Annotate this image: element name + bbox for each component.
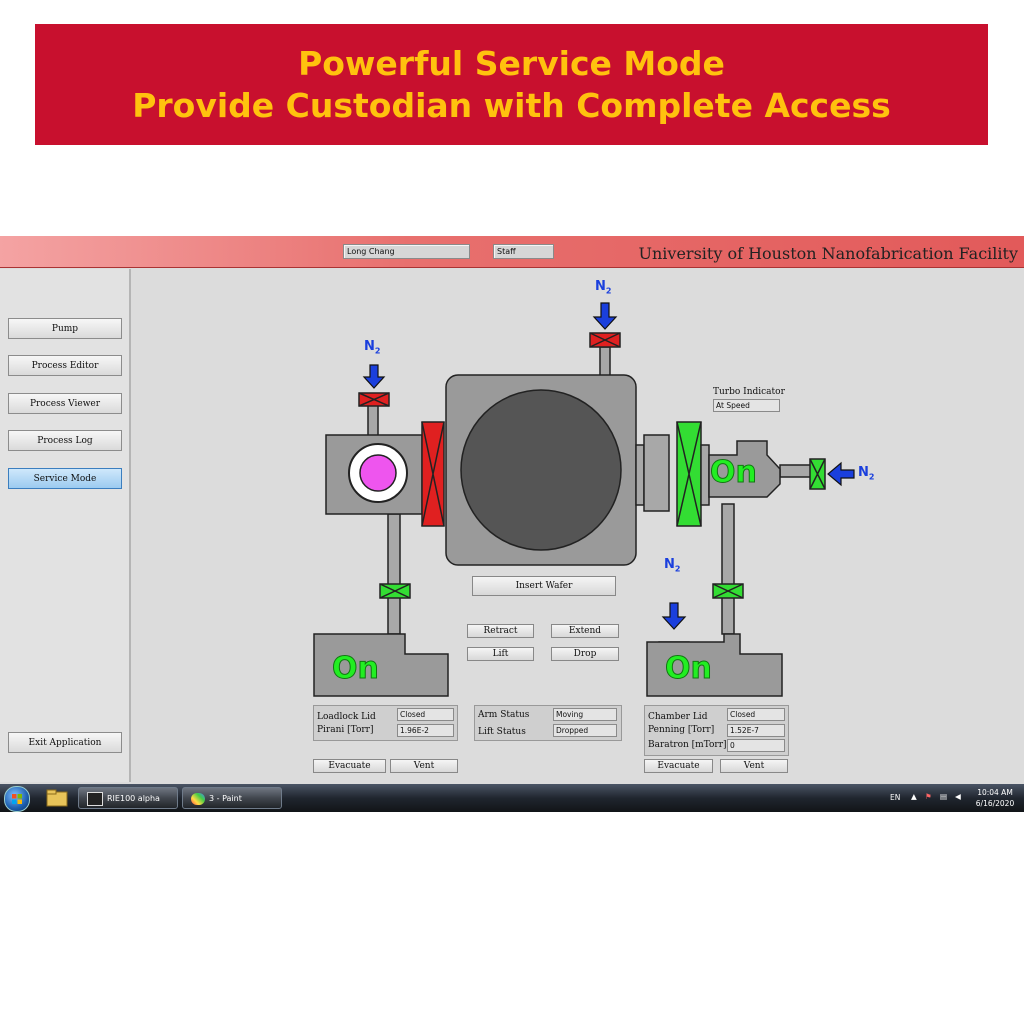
sidebar-item-process-log[interactable]: Process Log: [8, 430, 122, 451]
app-window: Long Chang Staff University of Houston N…: [0, 236, 1024, 784]
turbo-indicator-value: At Speed: [713, 399, 780, 412]
facility-title: University of Houston Nanofabrication Fa…: [638, 244, 1019, 263]
loadlock-n2-arrow-icon: [362, 364, 386, 389]
pirani-label: Pirani [Torr]: [317, 725, 374, 735]
language-indicator[interactable]: EN: [890, 793, 900, 802]
arm-status-panel: Arm Status Moving Lift Status Dropped: [474, 705, 622, 741]
turbo-n2-label: N2: [858, 465, 875, 482]
show-hidden-icons-icon[interactable]: ▲: [911, 792, 917, 801]
action-center-icon[interactable]: ⚑: [925, 792, 932, 801]
chamber-lid-label: Chamber Lid: [648, 712, 708, 722]
loadlock-vent-button[interactable]: Vent: [390, 759, 458, 773]
title-banner: Powerful Service Mode Provide Custodian …: [35, 24, 988, 145]
loadlock-lid-label: Loadlock Lid: [317, 712, 376, 722]
turbo-indicator-label: Turbo Indicator: [713, 387, 785, 397]
windows-logo-icon: [12, 794, 22, 804]
chamber-pump-status-text: On: [665, 651, 713, 687]
sidebar-item-pump[interactable]: Pump: [8, 318, 122, 339]
drop-button[interactable]: Drop: [551, 647, 619, 661]
lift-button[interactable]: Lift: [467, 647, 534, 661]
chamber-status-panel: Chamber Lid Closed Penning [Torr] 1.52E-…: [644, 705, 789, 756]
pump-n2-arrow-icon: [661, 602, 687, 630]
paint-icon: [191, 792, 205, 805]
loadlock-status-panel: Loadlock Lid Closed Pirani [Torr] 1.96E-…: [313, 705, 458, 741]
sidebar-item-service-mode[interactable]: Service Mode: [8, 468, 122, 489]
loadlock-lid-value: Closed: [397, 708, 454, 721]
arm-status-label: Arm Status: [478, 710, 530, 720]
insert-wafer-button[interactable]: Insert Wafer: [472, 576, 616, 596]
retract-button[interactable]: Retract: [467, 624, 534, 638]
chamber-vent-button[interactable]: Vent: [720, 759, 788, 773]
turbo-n2-arrow-icon: [827, 461, 855, 487]
taskbar-app-rie100[interactable]: RIE100 alpha: [78, 787, 178, 809]
chamber-lid-value: Closed: [727, 708, 785, 721]
pirani-value: 1.96E-2: [397, 724, 454, 737]
extend-button[interactable]: Extend: [551, 624, 619, 638]
user-role-field: Staff: [493, 244, 554, 259]
clock-date[interactable]: 6/16/2020: [975, 799, 1015, 808]
chamber-platen: [460, 389, 622, 551]
pump-n2-label: N2: [664, 557, 681, 574]
penning-value: 1.52E-7: [727, 724, 785, 737]
wafer: [359, 454, 397, 492]
turbo-status-text: On: [710, 455, 758, 491]
banner-title: Powerful Service Mode: [298, 44, 725, 83]
chamber-n2-arrow-icon: [592, 302, 618, 330]
taskbar-app-paint-label: 3 - Paint: [209, 794, 242, 803]
service-mode-panel: N2 N2 N2 N2 On On On Turbo Indicator At …: [132, 269, 1024, 782]
banner-subtitle: Provide Custodian with Complete Access: [132, 86, 891, 125]
taskbar-app-rie100-label: RIE100 alpha: [107, 794, 160, 803]
sidebar-item-process-viewer[interactable]: Process Viewer: [8, 393, 122, 414]
start-button[interactable]: [4, 786, 30, 812]
lift-status-label: Lift Status: [478, 727, 526, 737]
loadlock-pump-status-text: On: [332, 651, 380, 687]
taskbar: RIE100 alpha 3 - Paint EN ▲ ⚑ ▤ ◀ 10:04 …: [0, 784, 1024, 812]
baratron-value: 0: [727, 739, 785, 752]
sidebar: Pump Process Editor Process Viewer Proce…: [0, 269, 131, 782]
clock-time[interactable]: 10:04 AM: [975, 788, 1015, 797]
app-header: Long Chang Staff University of Houston N…: [0, 236, 1024, 268]
sidebar-item-process-editor[interactable]: Process Editor: [8, 355, 122, 376]
user-name-field: Long Chang: [343, 244, 470, 259]
lift-status-value: Dropped: [553, 724, 617, 737]
network-icon[interactable]: ▤: [940, 792, 947, 801]
labview-icon: [87, 791, 103, 806]
penning-label: Penning [Torr]: [648, 725, 715, 735]
baratron-label: Baratron [mTorr]: [648, 740, 727, 750]
arm-status-value: Moving: [553, 708, 617, 721]
volume-icon[interactable]: ◀: [955, 792, 961, 801]
taskbar-app-paint[interactable]: 3 - Paint: [182, 787, 282, 809]
loadlock-evacuate-button[interactable]: Evacuate: [313, 759, 386, 773]
file-explorer-icon[interactable]: [44, 788, 70, 808]
loadlock-n2-label: N2: [364, 339, 381, 356]
exit-application-button[interactable]: Exit Application: [8, 732, 122, 753]
chamber-evacuate-button[interactable]: Evacuate: [644, 759, 713, 773]
chamber-n2-label: N2: [595, 279, 612, 296]
